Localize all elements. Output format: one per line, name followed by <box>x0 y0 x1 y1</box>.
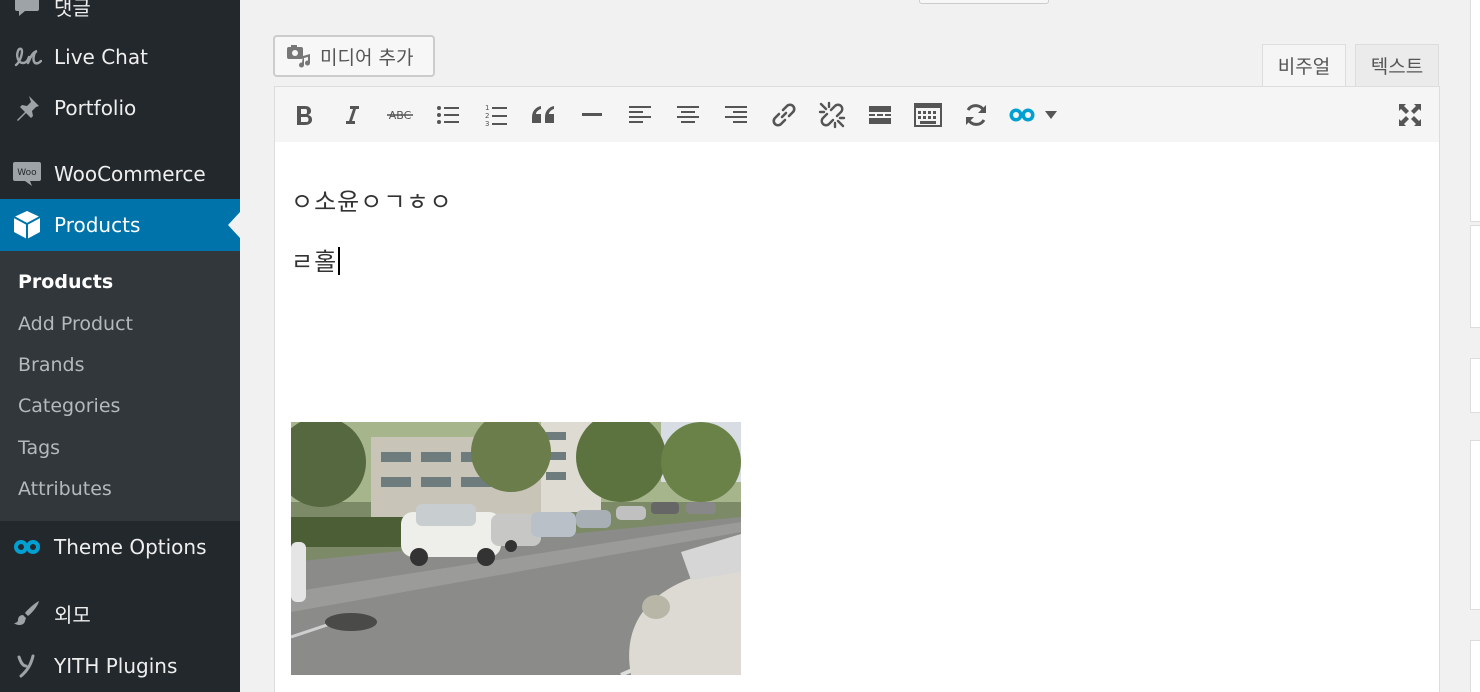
sidebar-item-label: YITH Plugins <box>54 654 178 678</box>
align-left-icon[interactable] <box>625 100 655 130</box>
horizontal-rule-icon[interactable] <box>577 100 607 130</box>
align-right-icon[interactable] <box>721 100 751 130</box>
yith-icon <box>12 651 42 681</box>
media-icon <box>286 43 312 69</box>
editor-toolbar: ABC 123 <box>274 86 1440 143</box>
sidebar-item-live-chat[interactable]: Live Chat <box>0 39 240 75</box>
text-caret <box>338 247 341 275</box>
right-metabox-edge <box>1470 0 1480 222</box>
bold-icon[interactable] <box>289 100 319 130</box>
svg-text:3: 3 <box>485 120 489 127</box>
bullet-list-icon[interactable] <box>433 100 463 130</box>
infinity-icon <box>12 532 42 562</box>
sidebar-item-label: Products <box>54 213 141 237</box>
active-indicator-arrow <box>228 212 240 238</box>
chevron-down-icon <box>1045 111 1057 119</box>
sidebar-item-label: WooCommerce <box>54 162 206 186</box>
tab-visual[interactable]: 비주얼 <box>1262 44 1346 87</box>
right-metabox-edge <box>1470 225 1480 328</box>
tab-text[interactable]: 텍스트 <box>1355 44 1439 87</box>
svg-text:2: 2 <box>485 112 489 120</box>
add-media-label: 미디어 추가 <box>320 46 414 69</box>
box-icon <box>12 210 42 240</box>
theme-options-icon[interactable] <box>1009 100 1063 130</box>
numbered-list-icon[interactable]: 123 <box>481 100 511 130</box>
products-submenu: Products Add Product Brands Categories T… <box>0 251 240 521</box>
blockquote-icon[interactable] <box>529 100 559 130</box>
sidebar-item-label: 외모 <box>54 602 91 627</box>
brush-icon <box>12 598 42 628</box>
align-center-icon[interactable] <box>673 100 703 130</box>
sidebar-item-yith-plugins[interactable]: YITH Plugins <box>0 648 240 684</box>
sidebar-item-comments[interactable]: 댓글 <box>0 0 240 24</box>
submenu-item-categories[interactable]: Categories <box>18 395 120 417</box>
sidebar-item-label: Theme Options <box>54 535 207 559</box>
sidebar-item-theme-options[interactable]: Theme Options <box>0 529 240 565</box>
keyboard-icon[interactable] <box>913 100 943 130</box>
right-metabox-edge <box>1470 640 1480 692</box>
sidebar-item-label: 댓글 <box>54 0 91 20</box>
refresh-icon[interactable] <box>961 100 991 130</box>
content-paragraph-1: ㅇ소윤ㅇㄱㅎㅇ <box>291 188 453 216</box>
submenu-item-tags[interactable]: Tags <box>18 437 60 459</box>
sidebar-item-woocommerce[interactable]: Woo WooCommerce <box>0 156 240 192</box>
italic-icon[interactable] <box>337 100 367 130</box>
add-media-button[interactable]: 미디어 추가 <box>273 35 435 77</box>
read-more-icon[interactable] <box>865 100 895 130</box>
right-metabox-edge <box>1470 358 1480 413</box>
editor-content[interactable]: ㅇ소윤ㅇㄱㅎㅇ ㄹ홀 <box>274 142 1440 692</box>
sidebar-item-portfolio[interactable]: Portfolio <box>0 90 240 126</box>
content-paragraph-2: ㄹ홀 <box>291 242 341 277</box>
strikethrough-icon[interactable]: ABC <box>385 100 415 130</box>
sidebar-item-appearance[interactable]: 외모 <box>0 595 240 631</box>
right-metabox-edge <box>1470 440 1480 610</box>
fullscreen-icon[interactable] <box>1395 100 1425 130</box>
sidebar-item-products[interactable]: Products <box>0 199 240 251</box>
svg-text:1: 1 <box>485 104 489 112</box>
link-icon[interactable] <box>769 100 799 130</box>
submenu-item-add-product[interactable]: Add Product <box>18 313 133 335</box>
top-partial-button[interactable] <box>919 0 1049 4</box>
admin-sidebar: 댓글 Live Chat Portfolio Woo WooCommerce P… <box>0 0 240 692</box>
pin-icon <box>12 93 42 123</box>
submenu-item-attributes[interactable]: Attributes <box>18 478 112 500</box>
submenu-item-products[interactable]: Products <box>18 271 113 293</box>
submenu-item-brands[interactable]: Brands <box>18 354 85 376</box>
sidebar-item-label: Portfolio <box>54 96 137 120</box>
parking-lot-photo[interactable] <box>291 422 741 675</box>
live-chat-icon <box>12 42 42 72</box>
unlink-icon[interactable] <box>817 100 847 130</box>
svg-text:Woo: Woo <box>17 168 37 178</box>
sidebar-item-label: Live Chat <box>54 45 148 69</box>
woo-icon: Woo <box>12 159 42 189</box>
comment-icon <box>12 0 42 21</box>
